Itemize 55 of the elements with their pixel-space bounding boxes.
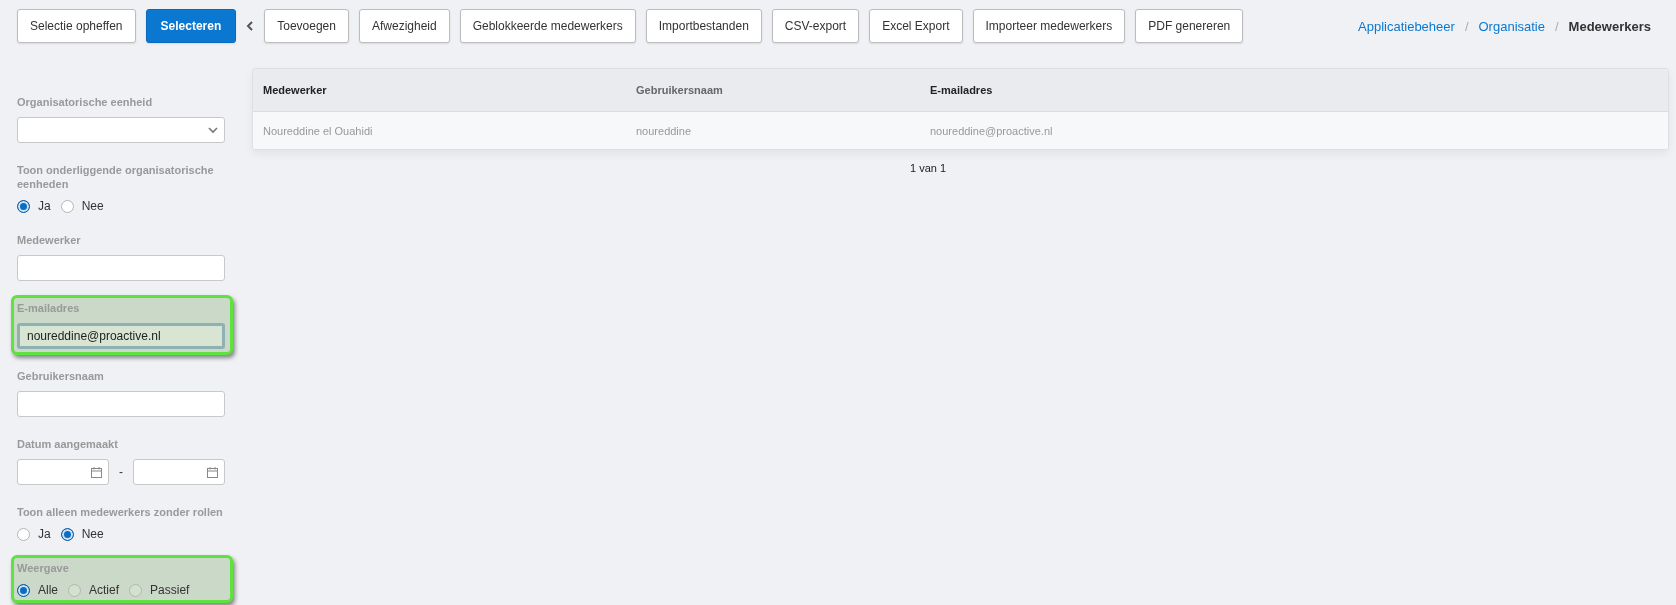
radio-option[interactable]: Actief xyxy=(68,583,120,597)
date-field[interactable] xyxy=(17,459,109,485)
radio-option[interactable]: Alle xyxy=(17,583,58,597)
toolbar-button[interactable]: Afwezigheid xyxy=(358,9,450,43)
toolbar-button[interactable]: Geblokkeerde medewerkers xyxy=(459,9,636,43)
breadcrumb-separator: / xyxy=(1555,18,1559,34)
toolbar-button[interactable]: Importbestanden xyxy=(645,9,762,43)
breadcrumb-link[interactable]: Applicatiebeheer xyxy=(1358,18,1455,34)
input-field[interactable] xyxy=(17,391,225,417)
pagination-text: 1 van 1 xyxy=(909,162,947,174)
table-cell-text: noureddine@proactive.nl xyxy=(930,124,1054,137)
toolbar-button[interactable]: Toevoegen xyxy=(264,9,349,43)
radio-button[interactable] xyxy=(60,199,74,213)
radio-option[interactable]: Nee xyxy=(60,527,104,541)
column-header: Medewerker xyxy=(263,84,328,96)
chevron-left-icon[interactable] xyxy=(246,21,255,31)
filter-label: Medewerker xyxy=(17,233,82,247)
radio-option[interactable]: Nee xyxy=(60,199,104,213)
input-field[interactable]: noureddine@proactive.nl xyxy=(17,323,225,349)
radio-button[interactable] xyxy=(129,583,143,597)
filter-label: Datum aangemaakt xyxy=(17,437,119,451)
radio-button[interactable] xyxy=(17,199,30,213)
date-field[interactable] xyxy=(133,459,225,485)
calendar-icon xyxy=(91,466,102,478)
radio-option[interactable]: Ja xyxy=(17,199,51,213)
breadcrumb-separator: / xyxy=(1464,18,1469,34)
toolbar-button[interactable]: PDF genereren xyxy=(1135,9,1244,43)
toolbar-button[interactable]: Importeer medewerkers xyxy=(972,9,1126,43)
filter-label: Organisatorische eenheid xyxy=(17,95,154,109)
toolbar-button[interactable]: Excel Export xyxy=(869,9,963,43)
radio-button[interactable] xyxy=(17,527,30,541)
radio-option[interactable]: Passief xyxy=(129,583,190,597)
toolbar-button[interactable]: Selecteren xyxy=(145,9,237,43)
unit-select[interactable] xyxy=(17,117,225,143)
radio-option[interactable]: Ja xyxy=(17,527,51,541)
breadcrumb-current: Medewerkers xyxy=(1568,18,1651,34)
table-cell-text: Noureddine el Ouahidi xyxy=(263,124,374,137)
toolbar-button[interactable]: Selectie opheffen xyxy=(17,9,136,43)
table-cell-text: noureddine xyxy=(636,124,693,137)
breadcrumb-link[interactable]: Organisatie xyxy=(1478,18,1545,34)
filter-label: E-mailadres xyxy=(17,301,81,315)
radio-button[interactable] xyxy=(17,583,30,597)
column-header: Gebruikersnaam xyxy=(636,84,724,96)
filter-label: Toon alleen medewerkers zonder rollen xyxy=(17,505,224,519)
filter-label: Gebruikersnaam xyxy=(17,369,105,383)
input-field[interactable] xyxy=(17,255,225,281)
filter-label: Weergave xyxy=(17,561,70,575)
filter-label: Toon onderliggende organisatorische eenheden xyxy=(17,163,215,191)
column-header: E-mailadres xyxy=(930,84,994,96)
radio-button[interactable] xyxy=(60,527,74,541)
radio-button[interactable] xyxy=(68,583,81,597)
date-separator: - xyxy=(119,465,123,479)
chevron-down-icon xyxy=(208,126,218,134)
calendar-icon xyxy=(207,466,218,478)
toolbar-button[interactable]: CSV-export xyxy=(771,9,860,43)
